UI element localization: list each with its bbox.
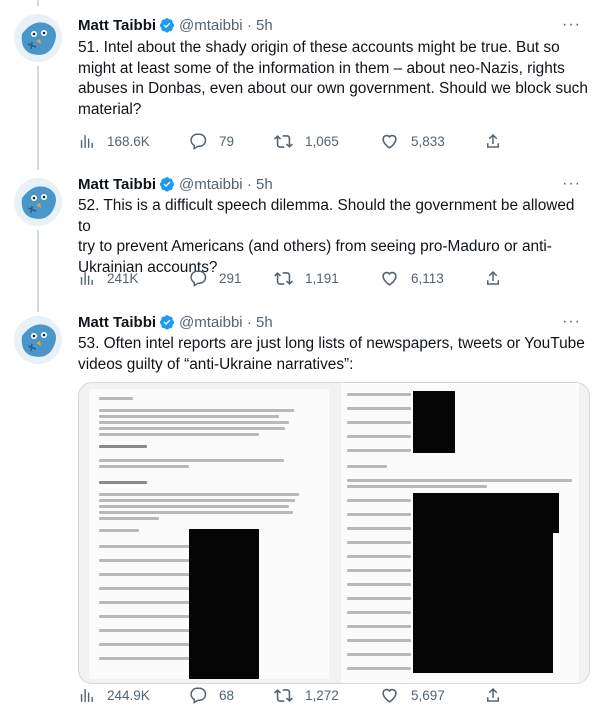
reply-count: 291 — [219, 270, 242, 286]
share-icon — [487, 133, 499, 148]
retweet-count: 1,272 — [305, 687, 339, 703]
analytics-icon — [80, 134, 93, 148]
analytics-icon — [80, 271, 93, 285]
views-button[interactable]: 241K — [78, 267, 139, 289]
retweet-button[interactable]: 1,191 — [274, 267, 339, 289]
reply-count: 79 — [219, 133, 235, 149]
like-count: 6,113 — [411, 270, 444, 286]
views-button[interactable]: 168.6K — [78, 130, 150, 152]
timestamp[interactable]: 5h — [256, 314, 273, 331]
thread-line — [37, 66, 39, 170]
reply-button[interactable]: 68 — [189, 684, 234, 706]
like-count: 5,697 — [411, 687, 445, 703]
like-count: 5,833 — [411, 133, 445, 149]
tweet-3[interactable]: Matt Taibbi @mtaibbi · 5h ··· 53. Often i… — [0, 308, 603, 718]
verified-badge-icon — [159, 176, 175, 196]
document-page-right — [341, 383, 579, 683]
avatar[interactable] — [14, 316, 62, 364]
author-handle[interactable]: @mtaibbi — [179, 314, 243, 331]
redaction-block — [413, 533, 553, 673]
author-handle[interactable]: @mtaibbi — [179, 17, 243, 34]
avatar[interactable] — [14, 178, 62, 226]
tweet-2[interactable]: Matt Taibbi @mtaibbi · 5h ··· 52. This is… — [0, 0, 603, 308]
tweet-text-line: 53. Often intel reports are just long li… — [78, 335, 585, 352]
thread-line — [37, 0, 39, 6]
heart-icon — [382, 688, 397, 703]
tweet-1[interactable]: Matt Taibbi @mtaibbi · 5h ··· 51. Intel a… — [0, 0, 603, 170]
author-name[interactable]: Matt Taibbi — [78, 314, 156, 331]
separator-dot: · — [246, 314, 252, 331]
tweet-text-line: abuses in Donbas, even about our own gov… — [78, 80, 588, 97]
action-bar: 244.9K 68 1,272 5,697 — [78, 684, 588, 706]
separator-dot: · — [246, 17, 252, 34]
timestamp[interactable]: 5h — [256, 176, 273, 193]
redaction-block — [413, 391, 455, 453]
like-button[interactable]: 5,833 — [380, 130, 445, 152]
views-count: 168.6K — [107, 133, 150, 149]
thread-line — [37, 308, 39, 312]
retweet-button[interactable]: 1,065 — [274, 130, 339, 152]
tweet-header: Matt Taibbi @mtaibbi · 5h — [78, 17, 273, 37]
verified-badge-icon — [159, 17, 175, 37]
retweet-count: 1,191 — [305, 270, 339, 286]
retweet-icon — [274, 688, 293, 702]
tweet-text: 52. This is a difficult speech dilemma. … — [78, 196, 588, 278]
tweet-text-line: try to prevent Americans (and others) fr… — [78, 238, 552, 255]
avatar[interactable] — [14, 14, 62, 62]
views-button[interactable]: 244.9K — [78, 684, 150, 706]
reply-icon — [190, 133, 207, 150]
tweet-text-line: videos guilty of “anti-Ukraine narrative… — [78, 355, 354, 373]
share-button[interactable] — [484, 684, 514, 706]
verified-badge-icon — [159, 314, 175, 334]
author-name[interactable]: Matt Taibbi — [78, 17, 156, 34]
redaction-block — [413, 493, 559, 533]
share-icon — [487, 270, 499, 285]
more-options-icon[interactable]: ··· — [562, 313, 581, 331]
more-options-icon[interactable]: ··· — [562, 175, 581, 193]
views-count: 241K — [107, 270, 139, 286]
tweet-text-line: 52. This is a difficult speech dilemma. … — [78, 197, 575, 235]
analytics-icon — [80, 688, 93, 702]
author-handle[interactable]: @mtaibbi — [179, 176, 243, 193]
more-options-icon[interactable]: ··· — [562, 16, 581, 34]
tweet-text: 53. Often intel reports are just long li… — [78, 334, 588, 375]
retweet-button[interactable]: 1,272 — [274, 684, 339, 706]
retweet-icon — [274, 271, 293, 285]
share-button[interactable] — [484, 130, 514, 152]
heart-icon — [382, 134, 397, 149]
separator-dot: · — [246, 176, 252, 193]
thread-line — [37, 230, 39, 308]
tweet-header: Matt Taibbi @mtaibbi · 5h — [78, 314, 273, 334]
like-button[interactable]: 6,113 — [380, 267, 444, 289]
action-bar: 241K 291 1,191 6,113 — [78, 267, 588, 289]
reply-button[interactable]: 79 — [189, 130, 234, 152]
timestamp[interactable]: 5h — [256, 17, 273, 34]
tweet-header: Matt Taibbi @mtaibbi · 5h — [78, 176, 273, 196]
author-name[interactable]: Matt Taibbi — [78, 176, 156, 193]
action-bar: 168.6K 79 1,065 5,833 — [78, 130, 588, 152]
tweet-text-line: might at least some of the information i… — [78, 59, 565, 77]
tweet-text: 51. Intel about the shady origin of thes… — [78, 38, 588, 120]
reply-button[interactable]: 291 — [189, 267, 242, 289]
reply-icon — [190, 687, 207, 704]
tweet-text-line: material? — [78, 100, 142, 118]
reply-icon — [190, 270, 207, 287]
reply-count: 68 — [219, 687, 235, 703]
like-button[interactable]: 5,697 — [380, 684, 445, 706]
attached-image[interactable] — [78, 382, 590, 684]
retweet-icon — [274, 134, 293, 148]
share-button[interactable] — [484, 267, 514, 289]
redaction-block — [189, 529, 259, 679]
document-page-left — [89, 389, 329, 679]
share-icon — [487, 687, 499, 702]
retweet-count: 1,065 — [305, 133, 339, 149]
heart-icon — [382, 271, 397, 286]
views-count: 244.9K — [107, 687, 150, 703]
tweet-text-line: 51. Intel about the shady origin of thes… — [78, 39, 560, 56]
